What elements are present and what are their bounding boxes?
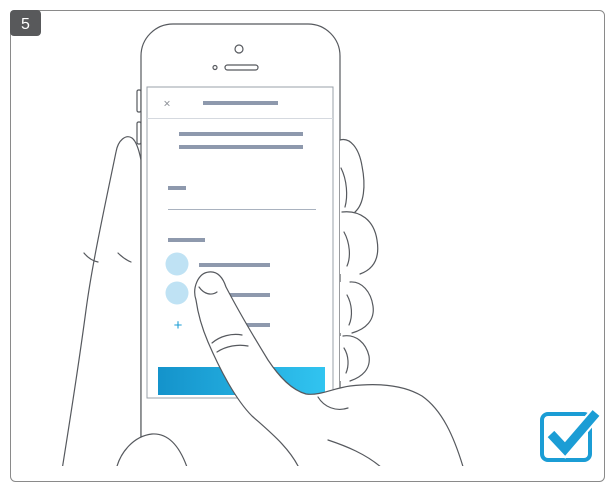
step-illustration: × + 5 <box>10 10 605 482</box>
list-item-label-placeholder <box>199 263 270 267</box>
field-label-placeholder <box>168 186 186 190</box>
list-item-avatar <box>165 281 189 305</box>
list-item-avatar <box>165 252 189 276</box>
step-badge: 5 <box>10 10 41 36</box>
close-icon: × <box>163 97 170 111</box>
section-label-placeholder <box>168 238 205 242</box>
text-line-placeholder <box>179 145 303 149</box>
plus-icon: + <box>174 317 183 334</box>
header-title-placeholder <box>203 101 278 105</box>
text-line-placeholder <box>179 132 303 136</box>
step-number: 5 <box>21 16 30 33</box>
